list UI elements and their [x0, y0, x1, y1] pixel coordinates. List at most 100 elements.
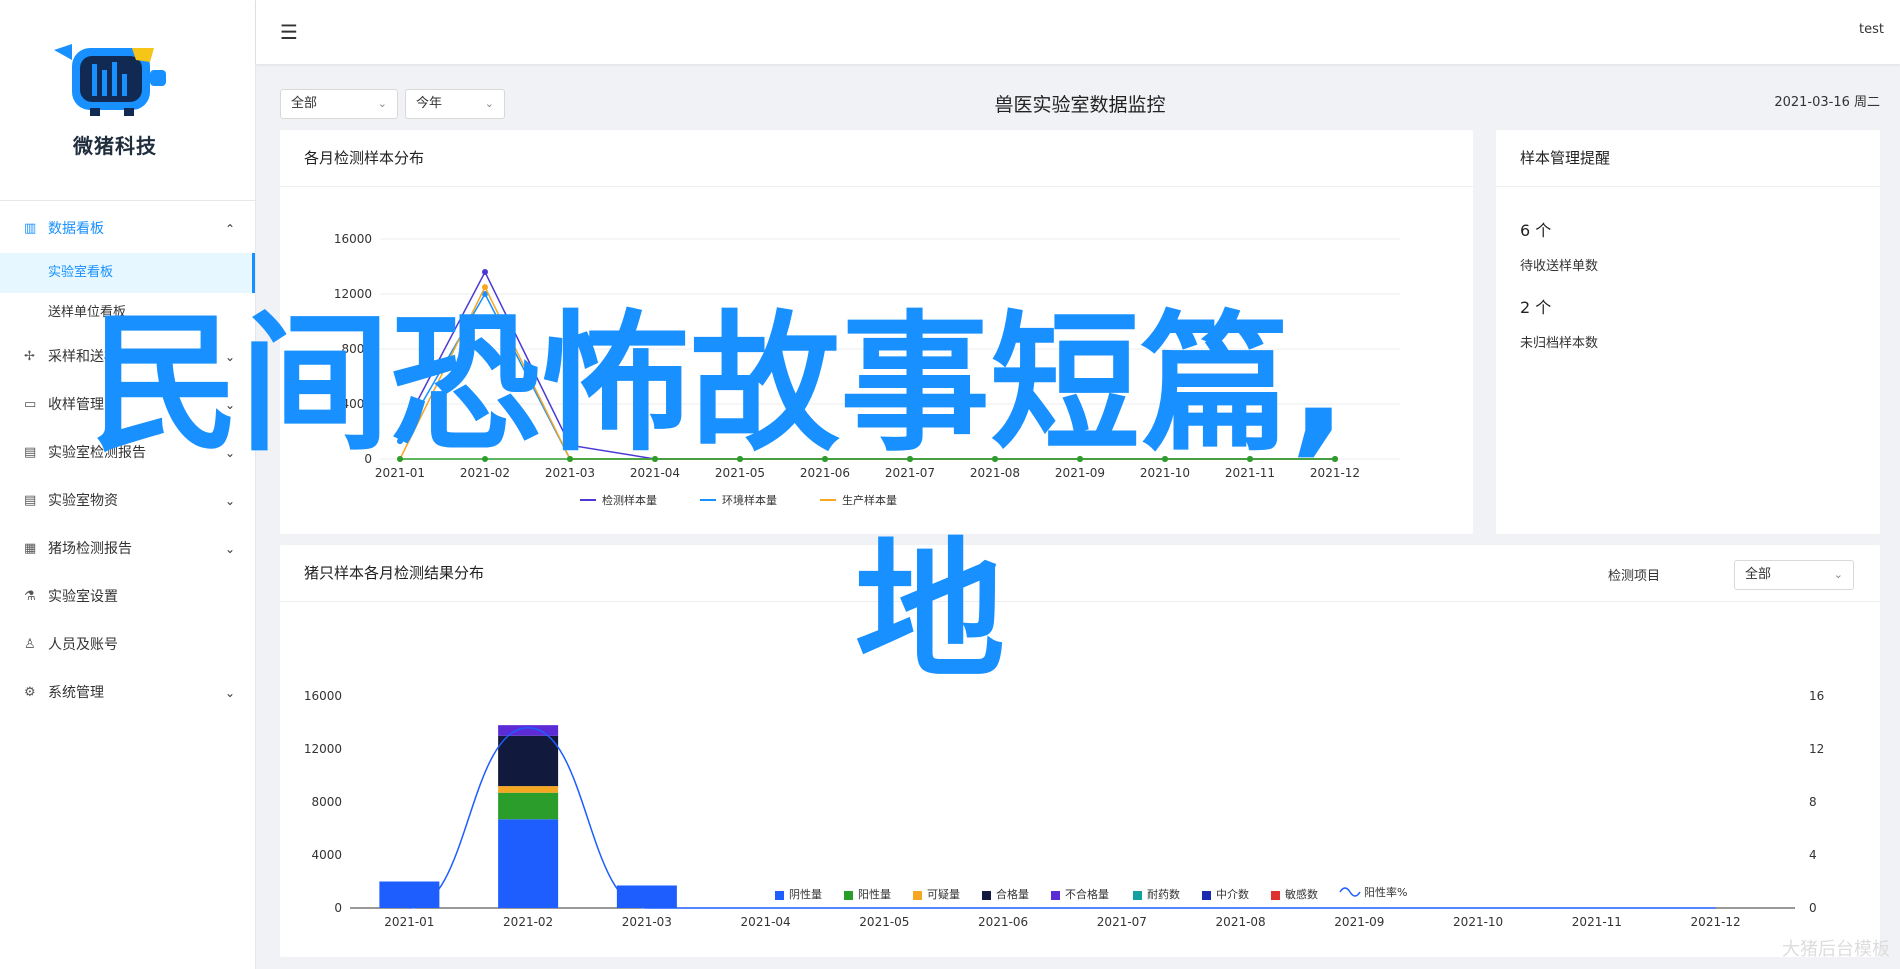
legend-marker: [1051, 891, 1060, 900]
unarchived-label: 未归档样本数: [1520, 336, 1599, 351]
y-tick-label: 12000: [304, 742, 342, 756]
period-select-value: 今年: [416, 96, 443, 111]
x-tick-label: 2021-10: [1453, 915, 1503, 929]
sample-reminder-card: 样本管理提醒 6 个 待收送样单数 2 个 未归档样本数: [1496, 130, 1880, 534]
sidebar: 微猪科技 ▥ 数据看板 ⌃ 实验室看板 送样单位看板 ✢ 采样和送样 ⌄ ▭ 收…: [0, 0, 256, 969]
lab-settings-icon: ⚗: [24, 589, 36, 604]
report-icon: ▤: [24, 445, 37, 460]
sidebar-item-label: 人员及账号: [48, 637, 118, 653]
bar-segment: [498, 786, 559, 793]
sidebar-item-label: 实验室设置: [48, 589, 118, 605]
x-tick-label: 2021-11: [1572, 915, 1622, 929]
chevron-up-icon: ⌃: [224, 222, 235, 236]
current-date: 2021-03-16 周二: [1774, 95, 1880, 110]
sidebar-item-system[interactable]: ⚙ 系统管理 ⌄: [0, 669, 255, 717]
x-tick-label: 2021-12: [1691, 915, 1741, 929]
x-tick-label: 2021-02: [503, 915, 553, 929]
scope-select-value: 全部: [291, 96, 318, 111]
reminder-list: 6 个 待收送样单数 2 个 未归档样本数: [1496, 187, 1880, 351]
legend-marker: [982, 891, 991, 900]
test-item-select-value: 全部: [1745, 567, 1772, 582]
sidebar-item-users[interactable]: ♙ 人员及账号: [0, 621, 255, 669]
corner-watermark: 大猪后台模板: [1782, 939, 1890, 960]
y2-tick-label: 4: [1809, 848, 1817, 862]
sidebar-item-label: 数据看板: [48, 221, 104, 237]
legend-marker: [1133, 891, 1142, 900]
sidebar-item-farm-report[interactable]: ▦ 猪场检测报告 ⌄: [0, 525, 255, 573]
legend-label: 阳性量: [858, 887, 891, 901]
card-title: 各月检测样本分布: [280, 130, 1473, 187]
top-bar: ☰ test: [256, 0, 1900, 64]
pending-label: 待收送样单数: [1520, 259, 1599, 274]
sidebar-item-label: 系统管理: [48, 685, 104, 701]
legend-label: 敏感数: [1285, 887, 1318, 901]
chevron-down-icon: ⌄: [224, 494, 235, 508]
x-axis: 2021-01 2021-02 2021-03 2021-04 2021-05 2021-…: [384, 915, 1740, 929]
bar-segment: [498, 792, 559, 820]
legend-label: 中介数: [1216, 888, 1249, 901]
pending-count[interactable]: 6 个: [1520, 217, 1880, 241]
legend-marker: [1202, 891, 1211, 900]
bar-chart-icon: ▥: [24, 221, 37, 236]
y-tick-label: 0: [334, 901, 342, 915]
sidebar-item-lab-dashboard[interactable]: 实验室看板: [0, 253, 255, 293]
test-item-select[interactable]: 全部 ⌄: [1734, 560, 1854, 590]
card-title: 样本管理提醒: [1496, 130, 1880, 187]
legend-label: 耐药数: [1147, 888, 1180, 901]
data-point: [482, 284, 488, 291]
sidebar-item-lab-settings[interactable]: ⚗ 实验室设置: [0, 573, 255, 621]
pig-results-card: 猪只样本各月检测结果分布 检测项目 全部 ⌄ 0 4000 8000 12000 160…: [280, 545, 1880, 957]
rate-line: [409, 727, 1716, 909]
x-tick-label: 2021-03: [622, 915, 672, 929]
x-tick-label: 2021-07: [1097, 915, 1147, 929]
menu-fold-icon[interactable]: ☰: [280, 20, 298, 44]
y-tick-label: 16000: [334, 232, 372, 246]
overlay-headline: 民间恐怖故事短篇,: [90, 298, 1347, 472]
farm-report-icon: ▦: [24, 541, 37, 556]
pig-results-chart: 0 4000 8000 12000 16000 0 4 8 12 16 2021-01 2021-02…: [304, 689, 1824, 929]
supplies-icon: ▤: [24, 493, 37, 508]
bar-segment: [498, 725, 559, 736]
data-point: [482, 269, 488, 275]
sidebar-item-dashboard[interactable]: ▥ 数据看板 ⌃: [0, 205, 255, 253]
scope-select[interactable]: 全部 ⌄: [280, 89, 398, 119]
chevron-down-icon: ⌄: [224, 686, 235, 700]
y-tick-label: 4000: [311, 848, 342, 862]
legend-marker: [1271, 891, 1280, 900]
gear-icon: ⚙: [24, 685, 36, 700]
legend-marker: [775, 891, 784, 900]
bar-segment: [379, 881, 440, 908]
bar-segment: [498, 819, 559, 908]
y2-tick-label: 8: [1809, 795, 1817, 809]
legend-marker: [844, 891, 853, 900]
sample-icon: ✢: [24, 349, 35, 364]
inbox-icon: ▭: [24, 397, 37, 412]
legend-label: 合格量: [996, 887, 1029, 901]
sidebar-item-label: 实验室物资: [48, 493, 118, 509]
y-tick-label: 8000: [311, 795, 342, 809]
chevron-down-icon: ⌄: [224, 542, 235, 556]
y-axis: 0 4000 8000 12000 16000: [304, 689, 342, 915]
legend: 检测样本量 环境样本量 生产样本量: [580, 493, 897, 507]
sidebar-item-label: 猪场检测报告: [48, 541, 132, 557]
legend-label: 环境样本量: [722, 493, 777, 507]
legend-marker: [913, 891, 922, 900]
bar-segment: [498, 735, 559, 787]
y-tick-label: 16000: [304, 689, 342, 703]
legend-label: 可疑量: [927, 888, 960, 901]
period-select[interactable]: 今年 ⌄: [405, 89, 505, 119]
page-title: 兽医实验室数据监控: [994, 94, 1166, 116]
user-name[interactable]: test: [1859, 22, 1884, 37]
x-tick-label: 2021-06: [978, 915, 1028, 929]
chevron-down-icon: ⌄: [484, 97, 494, 110]
sidebar-item-lab-supplies[interactable]: ▤ 实验室物资 ⌄: [0, 477, 255, 525]
legend-label: 不合格量: [1065, 887, 1109, 901]
y2-tick-label: 0: [1809, 901, 1817, 915]
brand-name: 微猪科技: [73, 134, 157, 158]
unarchived-count[interactable]: 2 个: [1520, 294, 1880, 318]
pig-logo-icon: [54, 44, 166, 116]
overlay-headline-2: 地: [855, 525, 1006, 699]
x-tick-label: 2021-05: [859, 915, 909, 929]
legend-label: 阴性量: [789, 887, 822, 901]
x-tick-label: 2021-09: [1334, 915, 1384, 929]
